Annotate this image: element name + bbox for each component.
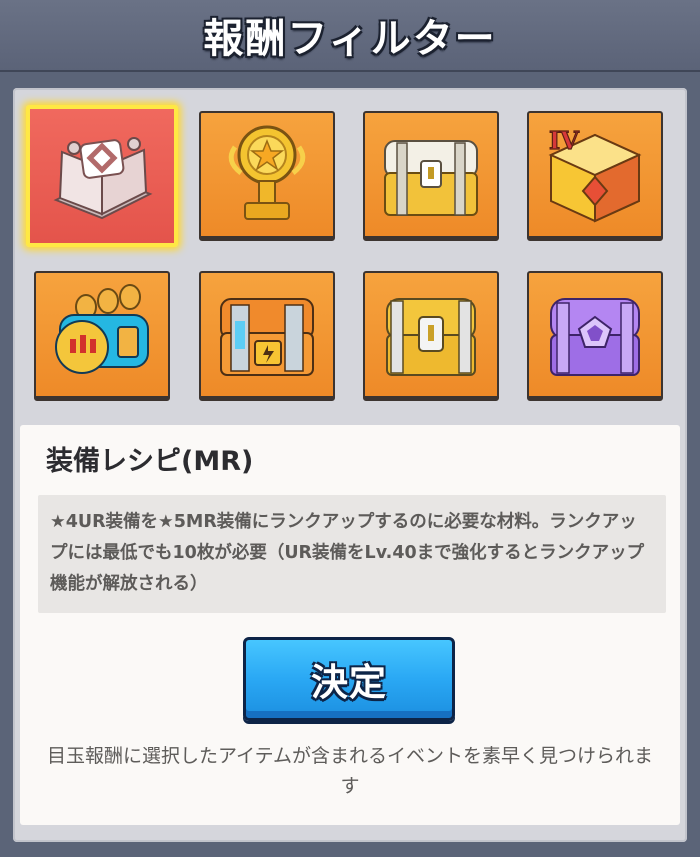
tile-trophy[interactable] [199,111,335,241]
gold-chest-icon [384,139,478,216]
tile-rank-iv-crate[interactable]: IV [527,111,663,241]
filter-hint-text: 目玉報酬に選択したアイテムが含まれるイベントを素早く見つけられます [46,745,654,797]
confirm-button-label: 決定 [311,661,387,704]
purple-chest-icon [550,297,640,376]
item-title: 装備レシピ(MR) [46,446,254,477]
tile-purple-chest[interactable] [527,271,663,401]
tile-equipment-recipe-mr[interactable] [26,105,178,247]
tile-ammo-box[interactable] [34,271,170,401]
rank-iv-crate-icon: IV [548,125,642,223]
svg-text:IV: IV [549,126,579,155]
header-bar: 報酬フィルター [0,0,700,72]
page-title: 報酬フィルター [203,16,497,62]
tile-gold-chest[interactable] [363,111,499,241]
confirm-button[interactable]: 決定 [243,637,455,721]
recipe-book-icon [53,137,153,220]
tile-silver-gold-chest[interactable] [363,271,499,401]
item-description: ★4UR装備を★5MR装備にランクアップするのに必要な材料。ランクアップには最低… [38,495,666,613]
item-detail-card: 装備レシピ(MR) ★4UR装備を★5MR装備にランクアップするのに必要な材料。… [20,425,680,825]
silver-gold-chest-icon [386,297,476,376]
tile-tech-chest[interactable] [199,271,335,401]
ammo-box-icon [55,283,149,374]
tech-chest-icon [220,297,314,376]
trophy-icon [228,125,306,220]
